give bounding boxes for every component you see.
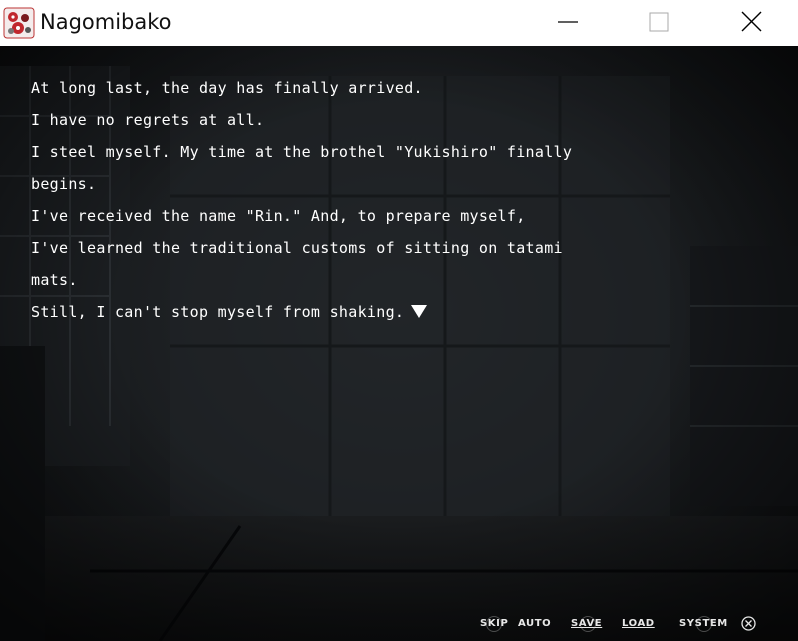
quick-menu: SKIP AUTO SAVE LOAD SYSTEM xyxy=(0,616,798,638)
auto-button[interactable]: AUTO xyxy=(518,618,551,629)
window-title: Nagomibako xyxy=(40,10,172,34)
maximize-button[interactable] xyxy=(636,0,682,46)
dialogue-line: I've learned the traditional customs of … xyxy=(31,239,563,257)
dialogue-line: Still, I can't stop myself from shaking. xyxy=(31,303,405,321)
app-icon xyxy=(3,7,35,39)
title-bar[interactable]: Nagomibako xyxy=(0,0,798,46)
dialogue-box[interactable]: At long last, the day has finally arrive… xyxy=(31,76,631,332)
next-page-triangle-icon[interactable] xyxy=(411,305,428,318)
circle-x-icon[interactable] xyxy=(741,616,756,631)
skip-button[interactable]: SKIP xyxy=(480,616,508,632)
dialogue-line: I've received the name "Rin." And, to pr… xyxy=(31,207,526,225)
system-ring-icon xyxy=(696,616,712,632)
maximize-icon xyxy=(649,12,669,32)
dialogue-line: I steel myself. My time at the brothel "… xyxy=(31,143,573,161)
load-button[interactable]: LOAD xyxy=(622,618,655,629)
game-scene[interactable]: At long last, the day has finally arrive… xyxy=(0,46,798,641)
close-icon xyxy=(741,11,762,32)
close-button[interactable] xyxy=(729,0,775,46)
dialogue-last-line: Still, I can't stop myself from shaking. xyxy=(31,300,631,332)
system-button[interactable]: SYSTEM xyxy=(679,616,728,632)
auto-label: AUTO xyxy=(518,618,552,629)
save-ring-icon xyxy=(580,616,596,632)
skip-ring-icon xyxy=(486,616,502,632)
dialogue-line: begins. xyxy=(31,175,97,193)
dialogue-line: At long last, the day has finally arrive… xyxy=(31,79,423,97)
dialogue-line: I have no regrets at all. xyxy=(31,111,265,129)
dialogue-line: mats. xyxy=(31,271,78,289)
save-button[interactable]: SAVE xyxy=(571,616,602,632)
minimize-icon xyxy=(558,21,578,23)
load-label: LOAD xyxy=(622,618,655,629)
minimize-button[interactable] xyxy=(545,0,591,46)
game-window: Nagomibako At long last, the day has fin… xyxy=(0,0,798,641)
